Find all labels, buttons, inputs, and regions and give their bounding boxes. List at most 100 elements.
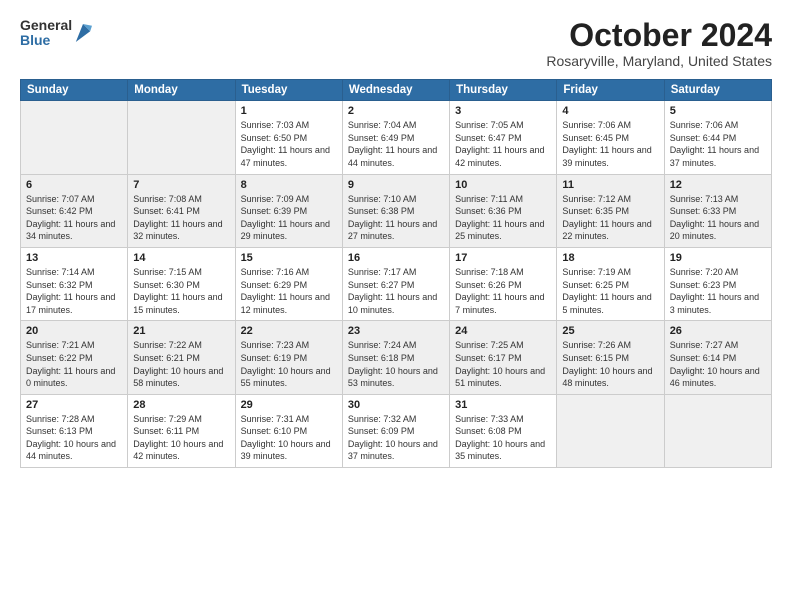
day-detail: Sunrise: 7:32 AM Sunset: 6:09 PM Dayligh… — [348, 413, 444, 463]
calendar-day-cell — [664, 394, 771, 467]
day-detail: Sunrise: 7:10 AM Sunset: 6:38 PM Dayligh… — [348, 193, 444, 243]
calendar-day-cell: 9 Sunrise: 7:10 AM Sunset: 6:38 PM Daylig… — [342, 174, 449, 247]
day-detail: Sunrise: 7:05 AM Sunset: 6:47 PM Dayligh… — [455, 119, 551, 169]
calendar-day-cell: 6Sunrise: 7:07 AM Sunset: 6:42 PM Daylig… — [21, 174, 128, 247]
calendar-day-cell: 2Sunrise: 7:04 AM Sunset: 6:49 PM Daylig… — [342, 101, 449, 174]
day-number: 18 — [562, 252, 658, 264]
day-detail: Sunrise: 7:11 AM Sunset: 6:36 PM Dayligh… — [455, 193, 551, 243]
day-number: 31 — [455, 399, 551, 411]
day-number: 13 — [26, 252, 122, 264]
day-detail: Sunrise: 7:16 AM Sunset: 6:29 PM Dayligh… — [241, 266, 337, 316]
calendar-header-tuesday: Tuesday — [235, 80, 342, 101]
calendar-day-cell: 5 Sunrise: 7:06 AM Sunset: 6:44 PM Daylig… — [664, 101, 771, 174]
day-detail: Sunrise: 7:33 AM Sunset: 6:08 PM Dayligh… — [455, 413, 551, 463]
calendar-day-cell: 25 Sunrise: 7:26 AM Sunset: 6:15 PM Dayli… — [557, 321, 664, 394]
month-title: October 2024 — [546, 18, 772, 53]
day-detail: Sunrise: 7:25 AM Sunset: 6:17 PM Dayligh… — [455, 339, 551, 389]
calendar-day-cell: 14 Sunrise: 7:15 AM Sunset: 6:30 PM Dayli… — [128, 247, 235, 320]
day-detail: Sunrise: 7:27 AM Sunset: 6:14 PM Dayligh… — [670, 339, 766, 389]
day-number: 27 — [26, 399, 122, 411]
day-number: 5 — [670, 105, 766, 117]
calendar-day-cell: 10 Sunrise: 7:11 AM Sunset: 6:36 PM Dayli… — [450, 174, 557, 247]
calendar-page: General Blue October 2024 Rosaryville, M… — [0, 0, 792, 478]
day-number: 3 — [455, 105, 551, 117]
day-number: 30 — [348, 399, 444, 411]
day-detail: Sunrise: 7:09 AM Sunset: 6:39 PM Dayligh… — [241, 193, 337, 243]
calendar-week-row: 27 Sunrise: 7:28 AM Sunset: 6:13 PM Dayli… — [21, 394, 772, 467]
day-number: 25 — [562, 325, 658, 337]
calendar-week-row: 13 Sunrise: 7:14 AM Sunset: 6:32 PM Dayli… — [21, 247, 772, 320]
day-detail: Sunrise: 7:14 AM Sunset: 6:32 PM Dayligh… — [26, 266, 122, 316]
day-number: 14 — [133, 252, 229, 264]
logo: General Blue — [20, 18, 92, 49]
calendar-day-cell: 3 Sunrise: 7:05 AM Sunset: 6:47 PM Daylig… — [450, 101, 557, 174]
day-number: 28 — [133, 399, 229, 411]
day-number: 9 — [348, 179, 444, 191]
calendar-day-cell: 8Sunrise: 7:09 AM Sunset: 6:39 PM Daylig… — [235, 174, 342, 247]
day-number: 11 — [562, 179, 658, 191]
day-number: 21 — [133, 325, 229, 337]
day-detail: Sunrise: 7:06 AM Sunset: 6:45 PM Dayligh… — [562, 119, 658, 169]
calendar-day-cell: 22 Sunrise: 7:23 AM Sunset: 6:19 PM Dayli… — [235, 321, 342, 394]
logo-general-text: General — [20, 18, 72, 33]
day-number: 1 — [241, 105, 337, 117]
day-detail: Sunrise: 7:22 AM Sunset: 6:21 PM Dayligh… — [133, 339, 229, 389]
calendar-day-cell: 11Sunrise: 7:12 AM Sunset: 6:35 PM Dayli… — [557, 174, 664, 247]
calendar-day-cell: 15 Sunrise: 7:16 AM Sunset: 6:29 PM Dayli… — [235, 247, 342, 320]
day-detail: Sunrise: 7:24 AM Sunset: 6:18 PM Dayligh… — [348, 339, 444, 389]
calendar-day-cell — [128, 101, 235, 174]
calendar-table: SundayMondayTuesdayWednesdayThursdayFrid… — [20, 79, 772, 468]
header: General Blue October 2024 Rosaryville, M… — [20, 18, 772, 69]
day-number: 23 — [348, 325, 444, 337]
calendar-day-cell: 13 Sunrise: 7:14 AM Sunset: 6:32 PM Dayli… — [21, 247, 128, 320]
day-detail: Sunrise: 7:20 AM Sunset: 6:23 PM Dayligh… — [670, 266, 766, 316]
calendar-day-cell: 30 Sunrise: 7:32 AM Sunset: 6:09 PM Dayli… — [342, 394, 449, 467]
calendar-day-cell: 7Sunrise: 7:08 AM Sunset: 6:41 PM Daylig… — [128, 174, 235, 247]
logo-blue-text: Blue — [20, 33, 72, 48]
calendar-day-cell: 16Sunrise: 7:17 AM Sunset: 6:27 PM Dayli… — [342, 247, 449, 320]
day-number: 4 — [562, 105, 658, 117]
day-detail: Sunrise: 7:21 AM Sunset: 6:22 PM Dayligh… — [26, 339, 122, 389]
day-number: 24 — [455, 325, 551, 337]
calendar-header-wednesday: Wednesday — [342, 80, 449, 101]
day-number: 6 — [26, 179, 122, 191]
calendar-header-thursday: Thursday — [450, 80, 557, 101]
day-detail: Sunrise: 7:26 AM Sunset: 6:15 PM Dayligh… — [562, 339, 658, 389]
day-detail: Sunrise: 7:17 AM Sunset: 6:27 PM Dayligh… — [348, 266, 444, 316]
day-number: 2 — [348, 105, 444, 117]
day-detail: Sunrise: 7:13 AM Sunset: 6:33 PM Dayligh… — [670, 193, 766, 243]
day-number: 20 — [26, 325, 122, 337]
day-detail: Sunrise: 7:18 AM Sunset: 6:26 PM Dayligh… — [455, 266, 551, 316]
calendar-day-cell — [21, 101, 128, 174]
day-number: 10 — [455, 179, 551, 191]
calendar-week-row: 1 Sunrise: 7:03 AM Sunset: 6:50 PM Daylig… — [21, 101, 772, 174]
calendar-day-cell: 31 Sunrise: 7:33 AM Sunset: 6:08 PM Dayli… — [450, 394, 557, 467]
calendar-day-cell: 20 Sunrise: 7:21 AM Sunset: 6:22 PM Dayli… — [21, 321, 128, 394]
day-number: 17 — [455, 252, 551, 264]
day-detail: Sunrise: 7:29 AM Sunset: 6:11 PM Dayligh… — [133, 413, 229, 463]
calendar-header-saturday: Saturday — [664, 80, 771, 101]
calendar-day-cell: 17 Sunrise: 7:18 AM Sunset: 6:26 PM Dayli… — [450, 247, 557, 320]
day-detail: Sunrise: 7:28 AM Sunset: 6:13 PM Dayligh… — [26, 413, 122, 463]
calendar-header-friday: Friday — [557, 80, 664, 101]
calendar-header-row: SundayMondayTuesdayWednesdayThursdayFrid… — [21, 80, 772, 101]
day-detail: Sunrise: 7:23 AM Sunset: 6:19 PM Dayligh… — [241, 339, 337, 389]
day-number: 15 — [241, 252, 337, 264]
calendar-day-cell: 23 Sunrise: 7:24 AM Sunset: 6:18 PM Dayli… — [342, 321, 449, 394]
day-detail: Sunrise: 7:06 AM Sunset: 6:44 PM Dayligh… — [670, 119, 766, 169]
day-number: 29 — [241, 399, 337, 411]
calendar-day-cell: 29 Sunrise: 7:31 AM Sunset: 6:10 PM Dayli… — [235, 394, 342, 467]
day-number: 22 — [241, 325, 337, 337]
calendar-day-cell: 26Sunrise: 7:27 AM Sunset: 6:14 PM Dayli… — [664, 321, 771, 394]
calendar-day-cell — [557, 394, 664, 467]
calendar-week-row: 6Sunrise: 7:07 AM Sunset: 6:42 PM Daylig… — [21, 174, 772, 247]
calendar-day-cell: 1 Sunrise: 7:03 AM Sunset: 6:50 PM Daylig… — [235, 101, 342, 174]
logo-bird-icon — [74, 22, 92, 44]
day-number: 19 — [670, 252, 766, 264]
logo-text: General Blue — [20, 18, 72, 49]
calendar-day-cell: 18Sunrise: 7:19 AM Sunset: 6:25 PM Dayli… — [557, 247, 664, 320]
day-detail: Sunrise: 7:31 AM Sunset: 6:10 PM Dayligh… — [241, 413, 337, 463]
day-detail: Sunrise: 7:15 AM Sunset: 6:30 PM Dayligh… — [133, 266, 229, 316]
day-detail: Sunrise: 7:03 AM Sunset: 6:50 PM Dayligh… — [241, 119, 337, 169]
day-number: 12 — [670, 179, 766, 191]
